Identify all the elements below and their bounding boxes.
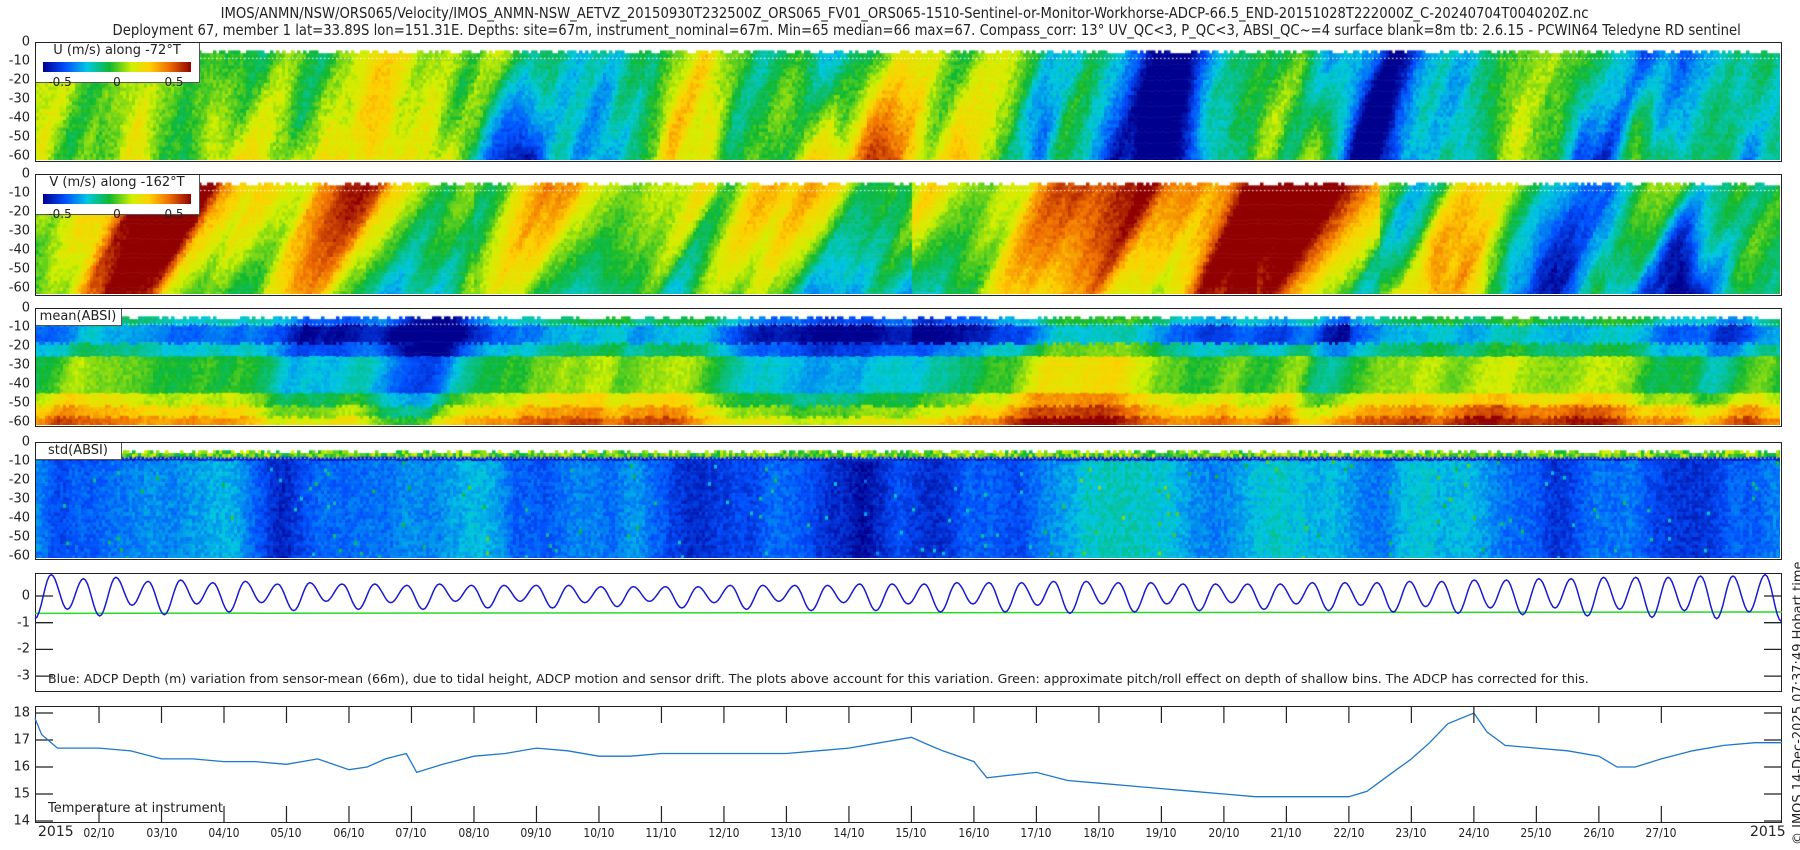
x-tick-label: 14/10 <box>833 826 865 840</box>
x-tick-label: 12/10 <box>708 826 740 840</box>
y-tick-label: -1 <box>17 615 30 631</box>
y-tick-label: -30 <box>8 491 30 507</box>
adcp-depth-blue-line <box>34 573 1782 622</box>
x-tick-label: 24/10 <box>1458 826 1490 840</box>
y-tick-label: 0 <box>21 434 30 450</box>
y-tick-label: -60 <box>8 414 30 430</box>
y-tick-label: -2 <box>17 641 30 657</box>
y-tick-label: 0 <box>21 300 30 316</box>
year-label-right: 2015 <box>1750 824 1786 840</box>
x-tick-label: 20/10 <box>1208 826 1240 840</box>
y-tick-label: 0 <box>21 588 30 604</box>
y-tick-label: 0 <box>21 166 30 182</box>
y-tick-label: -20 <box>8 338 30 354</box>
y-tick-label: -50 <box>8 395 30 411</box>
y-tick-label: -40 <box>8 110 30 126</box>
y-tick-label: -60 <box>8 548 30 564</box>
y-tick-label: 18 <box>13 705 30 721</box>
x-tick-label: 02/10 <box>83 826 115 840</box>
y-tick-label: -20 <box>8 472 30 488</box>
y-tick-label: -50 <box>8 129 30 145</box>
line-plots-layer <box>34 573 1782 823</box>
y-tick-label: -10 <box>8 319 30 335</box>
x-tick-label: 04/10 <box>208 826 240 840</box>
y-tick-label: -40 <box>8 242 30 258</box>
y-tick-label: 14 <box>13 813 30 829</box>
y-tick-label: -20 <box>8 204 30 220</box>
y-tick-label: -30 <box>8 357 30 373</box>
y-tick-label: -3 <box>17 668 30 684</box>
x-tick-label: 27/10 <box>1645 826 1677 840</box>
x-tick-label: 05/10 <box>270 826 303 840</box>
y-tick-label: -40 <box>8 376 30 392</box>
y-tick-label: -30 <box>8 91 30 107</box>
y-tick-label: 16 <box>13 759 30 775</box>
x-tick-label: 22/10 <box>1333 826 1365 840</box>
x-tick-label: 17/10 <box>1020 826 1052 840</box>
y-tick-label: -20 <box>8 72 30 88</box>
x-tick-label: 23/10 <box>1395 826 1427 840</box>
x-tick-label: 25/10 <box>1520 826 1552 840</box>
x-tick-label: 11/10 <box>645 826 678 840</box>
y-tick-label: -60 <box>8 280 30 296</box>
y-tick-label: -50 <box>8 261 30 277</box>
x-tick-label: 13/10 <box>770 826 803 840</box>
x-tick-label: 10/10 <box>583 826 615 840</box>
x-tick-label: 06/10 <box>333 826 365 840</box>
x-tick-label: 19/10 <box>1145 826 1177 840</box>
y-tick-label: 17 <box>13 732 30 748</box>
credit-timestamp: © IMOS 14-Dec-2025 07:37:49 Hobart time <box>1791 561 1800 845</box>
y-tick-label: -10 <box>8 53 30 69</box>
x-tick-label: 03/10 <box>145 826 178 840</box>
y-tick-label: -30 <box>8 223 30 239</box>
x-tick-label: 15/10 <box>895 826 927 840</box>
y-tick-label: -60 <box>8 148 30 164</box>
y-tick-label: -10 <box>8 185 30 201</box>
y-tick-label: -10 <box>8 453 30 469</box>
y-tick-label: 15 <box>13 786 30 802</box>
x-tick-label: 18/10 <box>1083 826 1115 840</box>
y-tick-label: -40 <box>8 510 30 526</box>
y-tick-label: 0 <box>21 34 30 50</box>
x-tick-label: 07/10 <box>395 826 428 840</box>
year-label-left: 2015 <box>38 824 74 840</box>
x-tick-label: 16/10 <box>958 826 990 840</box>
temperature-line <box>34 712 1782 798</box>
x-tick-label: 21/10 <box>1270 826 1302 840</box>
x-tick-label: 08/10 <box>458 826 490 840</box>
x-tick-label: 09/10 <box>520 826 553 840</box>
x-tick-label: 26/10 <box>1583 826 1615 840</box>
y-tick-label: -50 <box>8 529 30 545</box>
